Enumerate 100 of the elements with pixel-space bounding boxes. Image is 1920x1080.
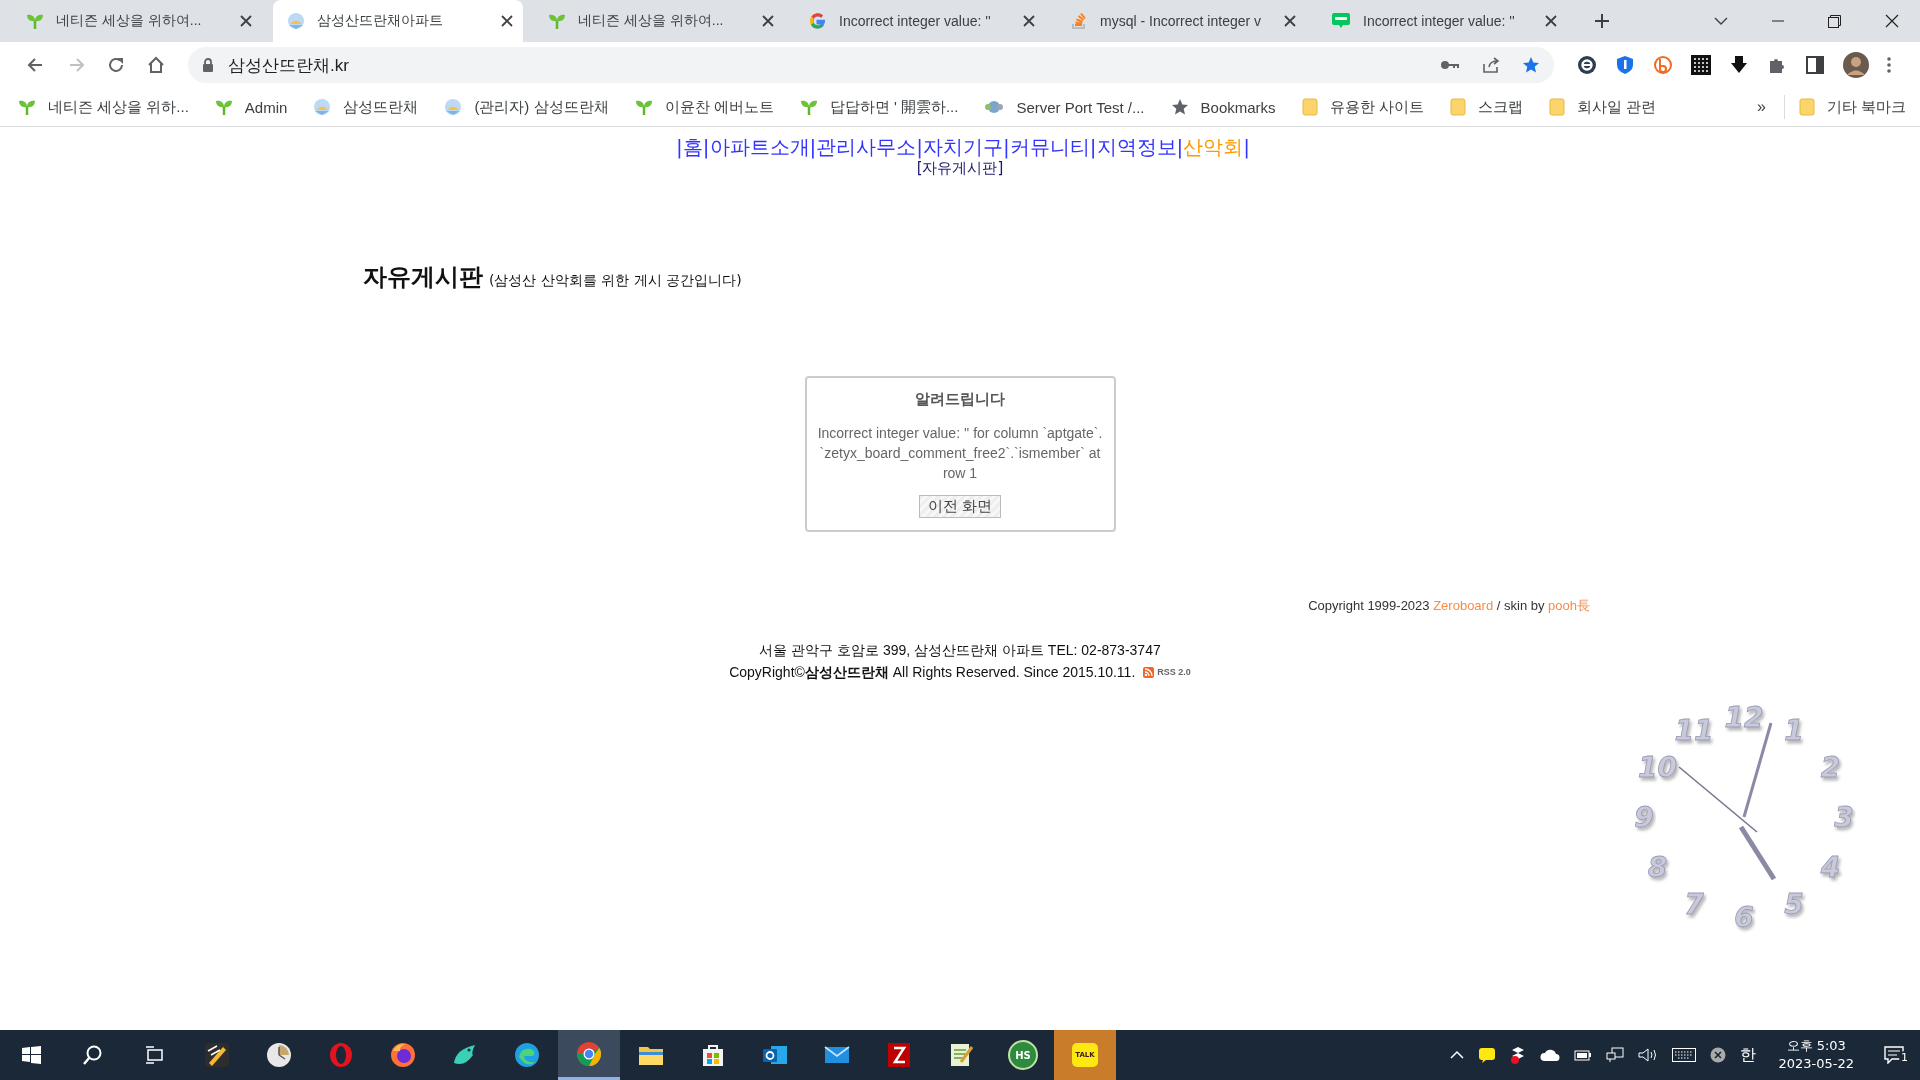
- logo-icon: [313, 98, 332, 116]
- bookmark[interactable]: 이윤찬 에버노트: [634, 97, 774, 117]
- nav-link[interactable]: 커뮤니티: [1009, 135, 1090, 159]
- clock-numeral: 5: [1784, 887, 1804, 921]
- e-icon[interactable]: [1577, 55, 1597, 75]
- key-icon[interactable]: [1440, 59, 1460, 71]
- nav-link[interactable]: 아파트소개: [709, 135, 810, 159]
- wave-icon: [513, 1041, 541, 1069]
- bookmark[interactable]: 유용한 사이트: [1301, 97, 1424, 117]
- credit-text: Copyright 1999-2023 Zeroboard / skin by pooh長: [1308, 598, 1590, 613]
- x-circle-icon[interactable]: [1710, 1047, 1727, 1063]
- ime-indicator[interactable]: 한: [1740, 1044, 1757, 1066]
- bookmark[interactable]: 기타 북마크: [1798, 97, 1906, 117]
- binary-icon[interactable]: [1691, 55, 1711, 75]
- minimize-icon[interactable]: [1771, 20, 1784, 22]
- message-icon: [1884, 1046, 1904, 1064]
- pencil-icon: [203, 1041, 231, 1069]
- back-icon[interactable]: [27, 56, 45, 74]
- clock-numeral: 9: [1634, 801, 1654, 834]
- bookmark[interactable]: 삼성뜨란채: [313, 97, 419, 117]
- sprout-icon: [214, 98, 233, 116]
- restore-icon[interactable]: [1828, 14, 1841, 28]
- star-icon[interactable]: [1522, 56, 1540, 74]
- stack-icon: [1070, 12, 1088, 30]
- sub-nav-link[interactable]: [자유게시판]: [916, 159, 1004, 177]
- share-icon[interactable]: [1482, 56, 1500, 74]
- nav-separator: |: [702, 135, 710, 159]
- close-icon[interactable]: [1884, 14, 1899, 28]
- rss-icon: [1143, 666, 1155, 678]
- nav-separator: |: [1089, 135, 1097, 159]
- download-icon[interactable]: [1729, 55, 1749, 75]
- avatar-icon[interactable]: [1843, 52, 1869, 78]
- nav-link[interactable]: 자치기구: [923, 135, 1003, 159]
- nav-separator: |: [916, 135, 923, 159]
- rss-badge[interactable]: RSS 2.0: [1143, 661, 1191, 683]
- close-icon[interactable]: [1545, 15, 1557, 27]
- error-message: Incorrect integer value: '' for column `aptgate`.`zetyx_board_comment_free2`.`ismember` at row 1: [816, 424, 1104, 483]
- bookmark[interactable]: Bookmarks: [1170, 98, 1276, 116]
- chevron-down-icon[interactable]: [1713, 17, 1728, 25]
- speech-bubble-icon: [1331, 12, 1351, 30]
- close-icon[interactable]: [762, 15, 774, 27]
- home-icon[interactable]: [147, 56, 165, 74]
- task-view-icon[interactable]: [145, 1045, 165, 1065]
- browser-tab[interactable]: 네티즌 세상을 위하여...: [12, 0, 262, 42]
- clock-numeral: 6: [1734, 901, 1754, 934]
- battery-icon[interactable]: [1574, 1049, 1593, 1061]
- more-bookmarks-button[interactable]: »: [1756, 98, 1766, 116]
- folder-icon: [1449, 98, 1466, 116]
- clock-numeral: 11: [1674, 714, 1714, 748]
- close-icon[interactable]: [1023, 15, 1035, 27]
- clock-time[interactable]: 오후 5:03: [1786, 1037, 1846, 1055]
- menu-icon[interactable]: [1887, 56, 1891, 74]
- shield-icon[interactable]: [1615, 55, 1635, 75]
- bookmark[interactable]: 회사일 관련: [1548, 97, 1656, 117]
- clock-numeral: 4: [1820, 851, 1841, 884]
- b-icon[interactable]: [1653, 55, 1673, 75]
- clock-numeral: 1: [1784, 714, 1804, 748]
- clock-numeral: 3: [1834, 801, 1854, 834]
- notification-button[interactable]: 1: [1876, 1046, 1912, 1064]
- clock-date[interactable]: 2023-05-22: [1778, 1055, 1854, 1073]
- bookmark[interactable]: (관리자) 삼성뜨란채: [444, 97, 609, 117]
- nav-link[interactable]: 관리사무소: [816, 135, 917, 159]
- clock-numeral: 10: [1637, 751, 1677, 784]
- clock-numeral: 12: [1724, 701, 1764, 734]
- browser-tab[interactable]: mysql - Incorrect integer v: [1056, 0, 1306, 42]
- bookmark[interactable]: 네티즌 세상을 위하...: [18, 97, 189, 117]
- browser-tab[interactable]: Incorrect integer value: '': [795, 0, 1045, 42]
- browser-tab[interactable]: 네티즌 세상을 위하여...: [534, 0, 784, 42]
- close-icon[interactable]: [1284, 15, 1296, 27]
- cloud-icon[interactable]: [1540, 1048, 1561, 1062]
- bookmark[interactable]: 스크랩: [1449, 97, 1523, 117]
- start-icon[interactable]: [21, 1045, 41, 1065]
- sprout-icon: [18, 98, 36, 116]
- nav-separator: |: [1243, 135, 1250, 159]
- bookmark[interactable]: Admin: [214, 98, 288, 116]
- sidebar-icon[interactable]: [1805, 55, 1825, 75]
- network-icon[interactable]: [1606, 1047, 1625, 1063]
- taskbar-button[interactable]: HS: [992, 1030, 1054, 1080]
- bookmark[interactable]: Server Port Test /...: [984, 98, 1145, 116]
- folder-icon: [1798, 98, 1815, 116]
- copyright-text: CopyRight©삼성산뜨란채 All Rights Reserved. Since 2015.10.11.: [729, 663, 1136, 682]
- browser-tab[interactable]: 삼성산뜨란채아파트: [273, 0, 523, 42]
- new-tab-icon[interactable]: [1594, 13, 1610, 29]
- address-bar[interactable]: 삼성산뜨란채.kr: [188, 47, 1554, 83]
- close-icon[interactable]: [240, 15, 252, 27]
- logo-icon: [287, 12, 305, 30]
- search-icon[interactable]: [83, 1045, 103, 1065]
- close-icon[interactable]: [501, 15, 513, 27]
- reload-icon[interactable]: [107, 56, 125, 74]
- address-text: 서울 관악구 호암로 399, 삼성산뜨란채 아파트 TEL: 02-873-3747: [759, 641, 1161, 660]
- browser-tab[interactable]: Incorrect integer value: '': [1317, 0, 1567, 42]
- back-button[interactable]: 이전 화면: [918, 495, 1002, 518]
- nav-link[interactable]: 지역정보: [1096, 135, 1177, 159]
- folder-icon: [1301, 98, 1318, 116]
- nav-link[interactable]: 홈: [682, 135, 703, 159]
- bookmark[interactable]: 답답하면 ' 開雲하...: [799, 97, 959, 117]
- chat-icon[interactable]: [1478, 1046, 1497, 1064]
- volume-icon[interactable]: [1638, 1047, 1659, 1063]
- board-title: 자유게시판: [363, 262, 483, 293]
- keyboard-icon[interactable]: [1672, 1048, 1697, 1062]
